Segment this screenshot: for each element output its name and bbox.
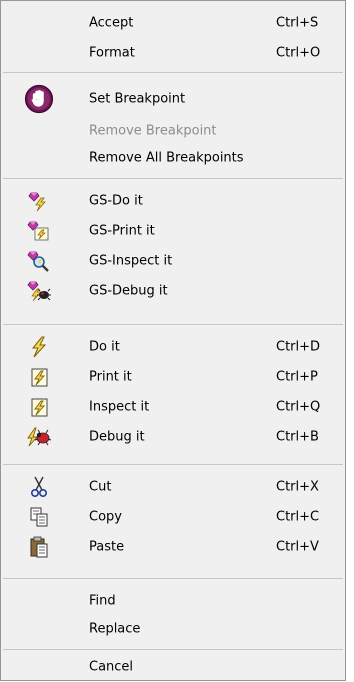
menu-item-label: Accept: [89, 15, 134, 31]
menu-item-gs-debug-it[interactable]: GS-Debug it: [1, 276, 345, 306]
menu-item-debug-it[interactable]: Debug it Ctrl+B: [1, 422, 345, 452]
menu-item-shortcut: Ctrl+B: [276, 429, 319, 445]
menu-item-label: Set Breakpoint: [89, 91, 186, 107]
menu-item-shortcut: Ctrl+Q: [276, 399, 321, 415]
inspect-it-icon: [24, 392, 54, 422]
menu-item-remove-all-breakpoints[interactable]: Remove All Breakpoints: [1, 143, 345, 173]
menu-item-replace[interactable]: Replace: [1, 614, 345, 644]
menu-item-label: GS-Do it: [89, 193, 143, 209]
menu-item-label: GS-Debug it: [89, 283, 168, 299]
menu-item-paste[interactable]: Paste Ctrl+V: [1, 532, 345, 562]
menu-item-shortcut: Ctrl+V: [276, 539, 319, 555]
menu-item-label: Debug it: [89, 429, 145, 445]
menu-item-shortcut: Ctrl+X: [276, 479, 319, 495]
menu-item-print-it[interactable]: Print it Ctrl+P: [1, 362, 345, 392]
menu-item-set-breakpoint[interactable]: Set Breakpoint: [1, 84, 345, 114]
menu-item-label: Print it: [89, 369, 132, 385]
menu-item-shortcut: Ctrl+D: [276, 339, 321, 355]
menu-item-do-it[interactable]: Do it Ctrl+D: [1, 332, 345, 362]
print-it-icon: [24, 362, 54, 392]
menu-separator: [3, 72, 343, 73]
menu-separator: [3, 578, 343, 579]
menu-item-label: Inspect it: [89, 399, 150, 415]
menu-item-shortcut: Ctrl+C: [276, 509, 320, 525]
menu-separator: [3, 649, 343, 650]
menu-item-remove-breakpoint: Remove Breakpoint: [1, 116, 345, 146]
menu-item-shortcut: Ctrl+S: [276, 15, 319, 31]
menu-separator: [3, 178, 343, 179]
gem-print-icon: [24, 216, 54, 246]
menu-item-label: Remove All Breakpoints: [89, 150, 244, 166]
menu-item-shortcut: Ctrl+P: [276, 369, 318, 385]
menu-item-format[interactable]: Format Ctrl+O: [1, 38, 345, 68]
menu-item-label: Paste: [89, 539, 125, 555]
lightning-icon: [24, 332, 54, 362]
copy-icon: [24, 502, 54, 532]
menu-item-gs-print-it[interactable]: GS-Print it: [1, 216, 345, 246]
menu-item-copy[interactable]: Copy Ctrl+C: [1, 502, 345, 532]
menu-item-label: Cut: [89, 479, 112, 495]
menu-item-label: GS-Inspect it: [89, 253, 173, 269]
bug-icon: [24, 422, 54, 452]
menu-item-label: GS-Print it: [89, 223, 155, 239]
menu-item-cut[interactable]: Cut Ctrl+X: [1, 472, 345, 502]
menu-item-label: Copy: [89, 509, 122, 525]
menu-item-label: Cancel: [89, 659, 134, 675]
menu-item-label: Replace: [89, 621, 141, 637]
gem-inspect-icon: [24, 246, 54, 276]
gem-lightning-icon: [24, 186, 54, 216]
menu-item-label: Do it: [89, 339, 120, 355]
menu-item-inspect-it[interactable]: Inspect it Ctrl+Q: [1, 392, 345, 422]
menu-item-label: Remove Breakpoint: [89, 123, 217, 139]
menu-item-gs-do-it[interactable]: GS-Do it: [1, 186, 345, 216]
menu-separator: [3, 324, 343, 325]
scissors-icon: [24, 472, 54, 502]
menu-item-find[interactable]: Find: [1, 586, 345, 616]
menu-item-label: Format: [89, 45, 135, 61]
menu-item-label: Find: [89, 593, 116, 609]
stop-hand-icon: [24, 84, 54, 114]
context-menu: Accept Ctrl+S Format Ctrl+O Set Breakpoi…: [0, 0, 346, 681]
menu-item-gs-inspect-it[interactable]: GS-Inspect it: [1, 246, 345, 276]
menu-item-accept[interactable]: Accept Ctrl+S: [1, 8, 345, 38]
paste-icon: [24, 532, 54, 562]
menu-separator: [3, 464, 343, 465]
gem-debug-icon: [24, 276, 54, 306]
menu-item-cancel[interactable]: Cancel: [1, 652, 345, 682]
menu-item-shortcut: Ctrl+O: [276, 45, 321, 61]
